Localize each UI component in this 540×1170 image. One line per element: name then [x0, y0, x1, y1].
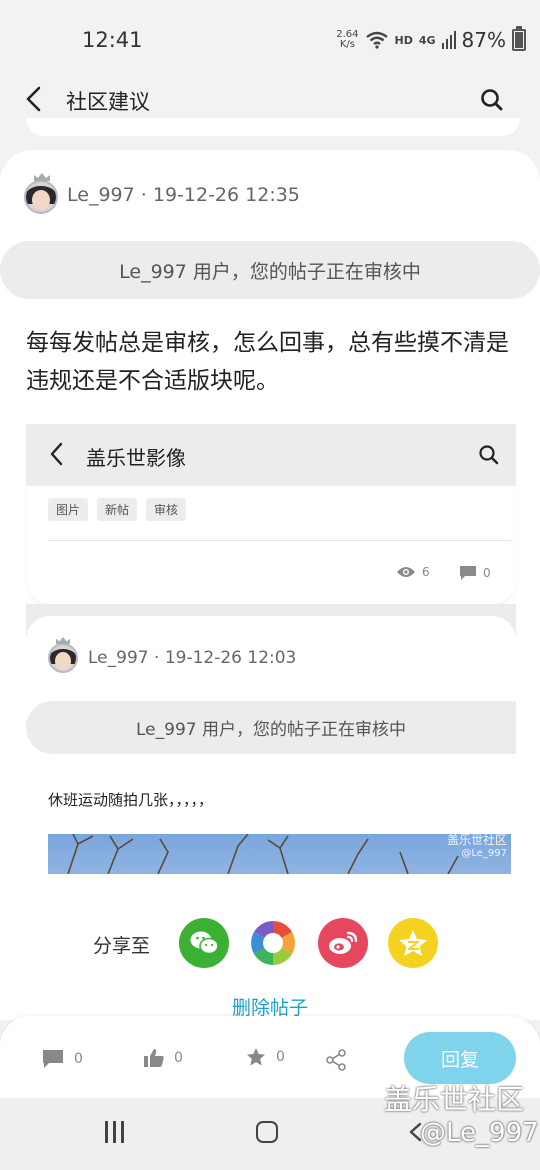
watermark-line1: 盖乐世社区: [384, 1083, 525, 1116]
tree-branches: [67, 834, 459, 874]
eye-icon: [397, 567, 415, 577]
embedded-back-arrow-icon: [50, 442, 63, 466]
network-speed-unit: K/s: [339, 39, 355, 50]
star-icon: [247, 1048, 265, 1066]
crown-icon: [34, 173, 50, 181]
embedded-crown-icon: [56, 637, 70, 644]
comment-icon: [43, 1050, 63, 1068]
signal-icon: [441, 31, 456, 49]
reply-button[interactable]: 回复: [404, 1032, 516, 1084]
like-count: 0: [174, 1050, 183, 1066]
share-qzone-button[interactable]: [388, 918, 438, 968]
embedded-review-notice: Le_997 用户，您的帖子正在审核中: [26, 701, 516, 754]
avatar[interactable]: [24, 180, 58, 214]
moments-icon: [249, 919, 297, 967]
comment-action[interactable]: 0: [42, 1049, 83, 1069]
embedded-page-title: 盖乐世影像: [86, 446, 186, 470]
search-icon[interactable]: [476, 84, 508, 116]
wifi-icon: [365, 31, 388, 49]
divider: [48, 540, 511, 541]
photo-watermark: 盖乐世社区 @Le_997: [447, 834, 507, 860]
tag-item: 审核: [146, 498, 187, 521]
embedded-tags: 图片 新帖 审核: [48, 498, 187, 521]
comments-count: 0: [483, 566, 491, 580]
views-count: 6: [422, 565, 430, 579]
previous-card-edge: [26, 118, 520, 136]
author-name[interactable]: Le_997: [67, 184, 135, 206]
thumbs-up-icon: [144, 1049, 164, 1067]
embedded-author-name: Le_997: [88, 648, 149, 668]
embedded-comments: 0: [459, 565, 491, 581]
meta-separator: ·: [140, 184, 147, 206]
battery-percent: 87%: [461, 28, 506, 52]
embedded-photo: 盖乐世社区 @Le_997: [48, 834, 511, 874]
comment-icon: [460, 566, 476, 580]
post-meta: Le_997 · 19-12-26 12:35: [67, 184, 300, 206]
review-notice: Le_997 用户，您的帖子正在审核中: [0, 241, 540, 299]
status-time: 12:41: [82, 28, 143, 52]
embedded-post-meta: Le_997 · 19-12-26 12:03: [88, 648, 296, 668]
recent-apps-icon[interactable]: [105, 1121, 129, 1143]
share-wechat-button[interactable]: [179, 918, 229, 968]
battery-icon: [512, 26, 526, 51]
network-speed: 2.64 K/s: [336, 30, 358, 50]
share-label: 分享至: [93, 935, 151, 957]
like-action[interactable]: 0: [144, 1048, 183, 1068]
embedded-post-datetime: 19-12-26 12:03: [164, 648, 297, 668]
favorite-action[interactable]: 0: [246, 1047, 285, 1067]
embedded-post-body: 休班运动随拍几张，，，，，: [48, 791, 214, 809]
wechat-icon: [190, 931, 219, 955]
embedded-search-icon: [479, 445, 499, 465]
meta-separator: ·: [154, 648, 160, 668]
favorite-count: 0: [276, 1049, 285, 1065]
home-icon[interactable]: [256, 1121, 278, 1143]
embedded-views: 6: [396, 565, 430, 579]
post-datetime: 19-12-26 12:35: [152, 184, 300, 206]
photo-watermark-line1: 盖乐世社区: [446, 834, 507, 847]
share-weibo-button[interactable]: [318, 918, 368, 968]
battery-level: [515, 32, 523, 48]
comment-count: 0: [74, 1051, 83, 1067]
page-title: 社区建议: [66, 90, 150, 114]
tag-item: 图片: [48, 498, 89, 521]
back-arrow-icon[interactable]: [18, 82, 52, 116]
watermark-line2: @Le_997: [420, 1118, 539, 1148]
qzone-icon: [399, 930, 427, 956]
weibo-icon: [329, 931, 358, 954]
embedded-avatar: [48, 643, 78, 673]
tag-item: 新帖: [97, 498, 138, 521]
share-icon[interactable]: [325, 1049, 347, 1071]
signal-type: 4G: [418, 33, 436, 47]
hd-indicator: HD: [394, 33, 413, 47]
status-icons: 2.64 K/s HD 4G 87%: [336, 26, 526, 52]
photo-watermark-line2: @Le_997: [461, 848, 507, 859]
post-body: 每每发帖总是审核，怎么回事，总有些摸不清是违规还是不合适版块呢。: [26, 330, 509, 394]
share-moments-button[interactable]: [248, 918, 298, 968]
